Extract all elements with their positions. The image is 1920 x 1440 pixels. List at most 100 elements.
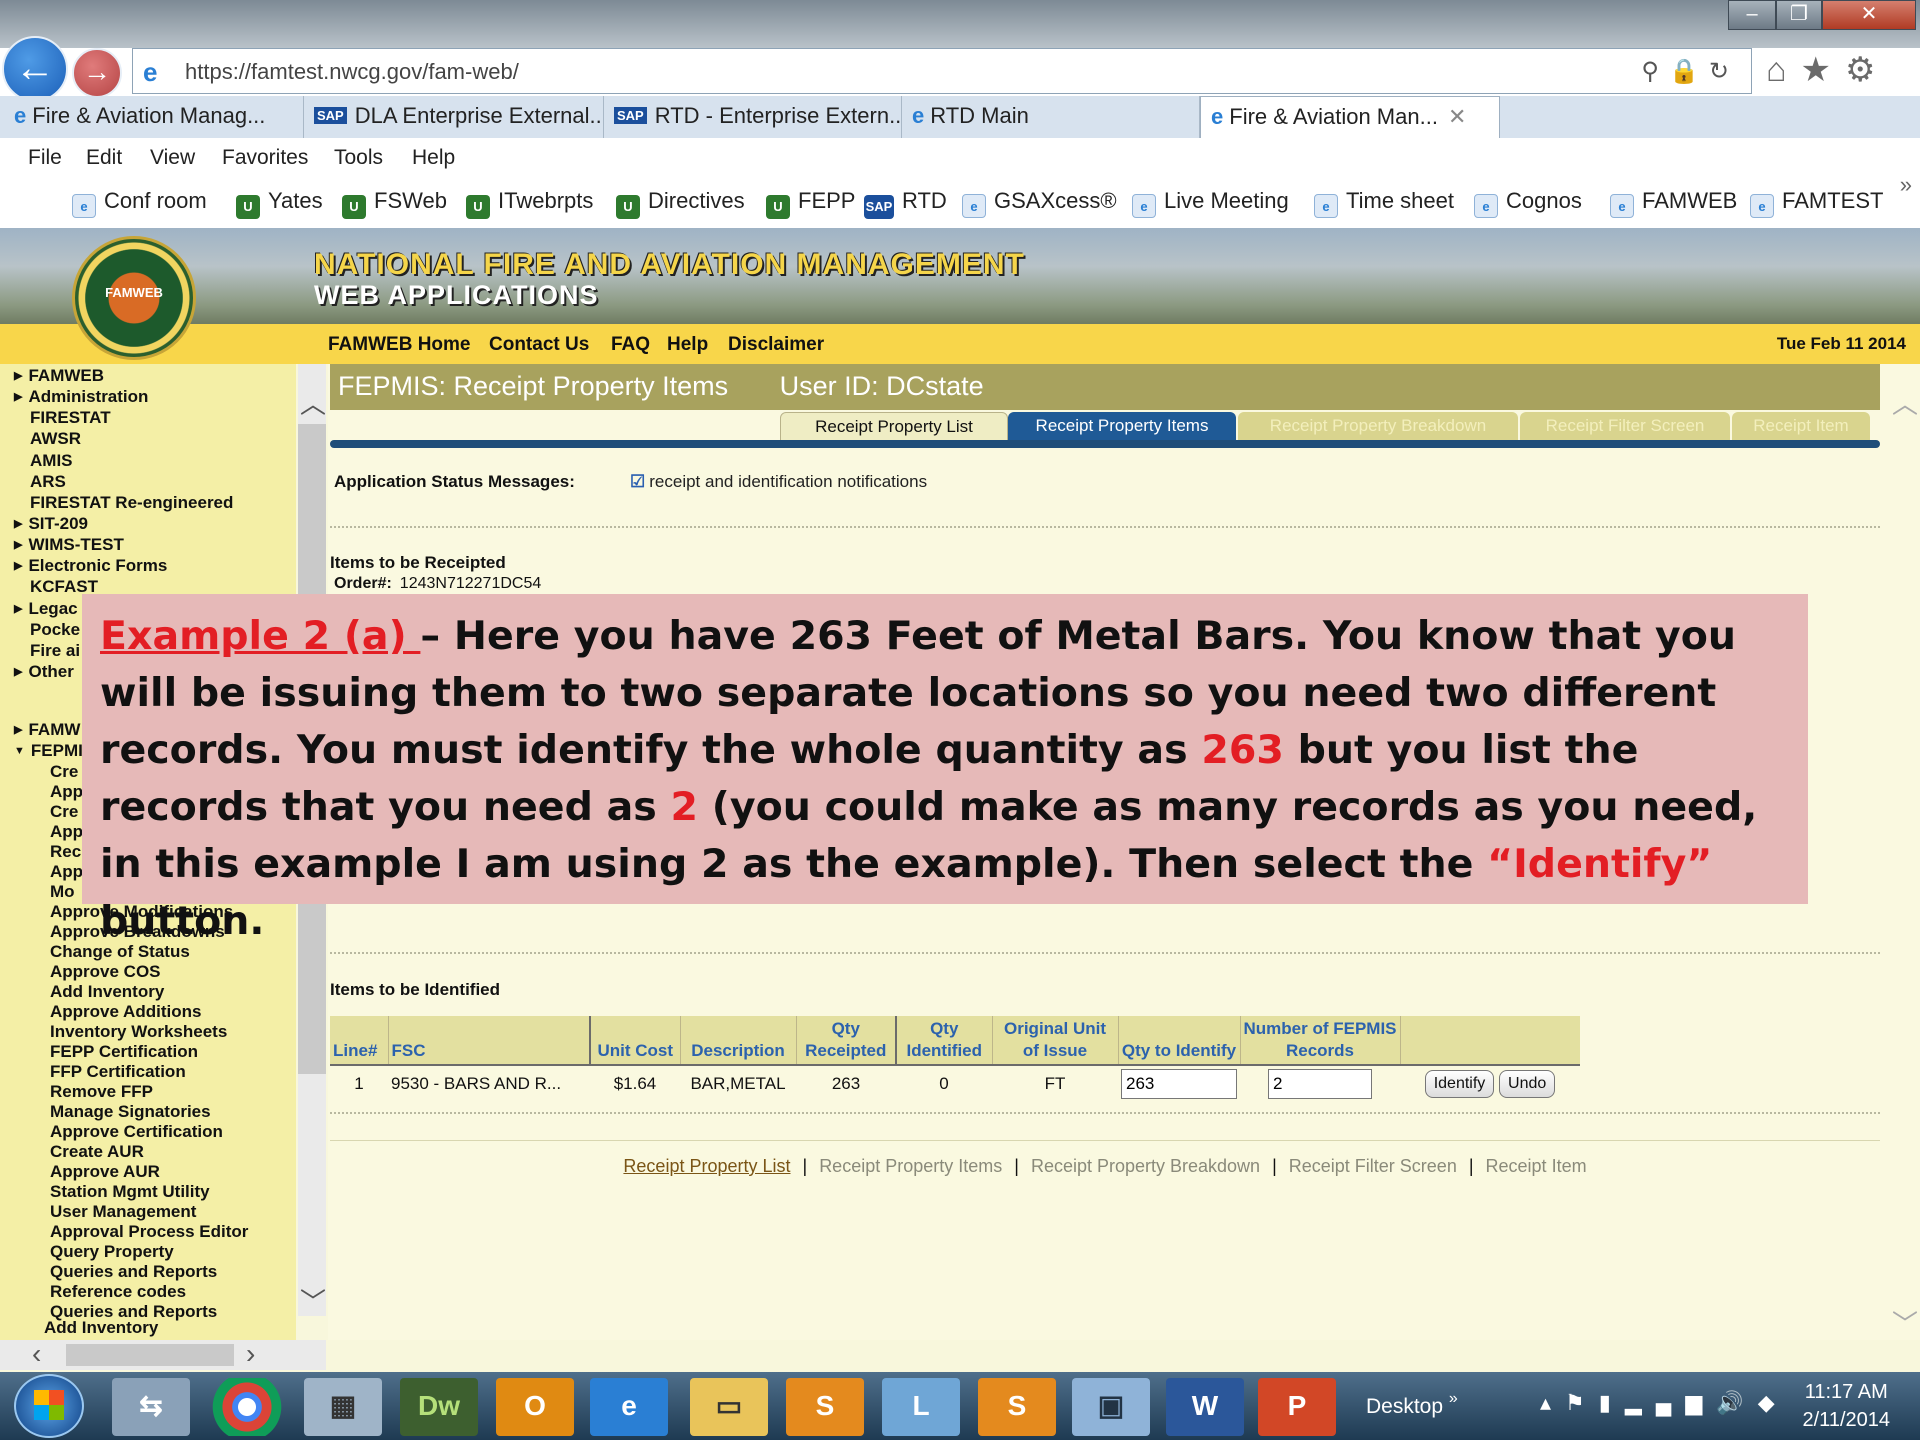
minimize-button[interactable]: –: [1728, 0, 1776, 30]
sidebar-item[interactable]: Queries and Reports: [50, 1262, 217, 1282]
sidebar-item[interactable]: Station Mgmt Utility: [50, 1182, 210, 1202]
menu-edit[interactable]: Edit: [86, 146, 122, 170]
snagit-editor-icon[interactable]: S: [978, 1378, 1056, 1436]
sidebar-item[interactable]: ▶ Legac: [14, 599, 78, 619]
outlook-icon[interactable]: O: [496, 1378, 574, 1436]
volume-icon[interactable]: 🔊: [1716, 1390, 1757, 1415]
sidebar-item[interactable]: ▶ Electronic Forms: [14, 556, 167, 576]
menu-tools[interactable]: Tools: [334, 146, 383, 170]
sidebar-item[interactable]: Cre: [50, 802, 78, 822]
fav-gsaxcess[interactable]: e GSAXcess®: [962, 188, 1117, 218]
fav-conf-room[interactable]: e Conf room: [72, 188, 207, 218]
clock[interactable]: 11:17 AM 2/11/2014: [1803, 1378, 1891, 1434]
fav-cognos[interactable]: e Cognos: [1474, 188, 1582, 218]
sidebar-item[interactable]: Pocke: [30, 620, 80, 640]
tray-up-icon[interactable]: ▴: [1540, 1390, 1565, 1415]
page-scrollbar[interactable]: ︿ ﹀: [1888, 364, 1920, 1340]
sidebar-item[interactable]: Create AUR: [50, 1142, 144, 1162]
dreamweaver-icon[interactable]: Dw: [400, 1378, 478, 1436]
sidebar-hscrollbar[interactable]: ‹ ›: [0, 1338, 326, 1370]
scrollbar-thumb[interactable]: [66, 1344, 234, 1366]
sidebar-item[interactable]: Manage Signatories: [50, 1102, 211, 1122]
sidebar-item[interactable]: Add Inventory: [50, 982, 164, 1002]
search-icon[interactable]: ⚲: [1641, 58, 1669, 85]
favorites-overflow-icon[interactable]: »: [1900, 172, 1912, 198]
powerpoint-icon[interactable]: P: [1258, 1378, 1336, 1436]
sidebar-item[interactable]: ▶ FAMWEB: [14, 366, 104, 386]
sidebar-item[interactable]: Remove FFP: [50, 1082, 153, 1102]
word-icon[interactable]: W: [1166, 1378, 1244, 1436]
nav-faq[interactable]: FAQ: [611, 334, 650, 356]
forward-button[interactable]: →: [72, 48, 122, 98]
signal-icon[interactable]: ▂▄▆: [1625, 1390, 1716, 1415]
sidebar-item[interactable]: AMIS: [30, 451, 73, 471]
lync-icon[interactable]: L: [882, 1378, 960, 1436]
sidebar-item[interactable]: User Management: [50, 1202, 196, 1222]
link-receipt-property-breakdown[interactable]: Receipt Property Breakdown: [1031, 1156, 1260, 1176]
sidebar-item[interactable]: Approve Additions: [50, 1002, 201, 1022]
tab-dla[interactable]: SAP DLA Enterprise External...: [304, 96, 604, 138]
nav-contact-us[interactable]: Contact Us: [489, 334, 589, 356]
close-tab-icon[interactable]: ✕: [1448, 104, 1466, 129]
dropbox-icon[interactable]: ◆: [1758, 1390, 1789, 1415]
sidebar-item[interactable]: Mo: [50, 882, 75, 902]
sidebar-item[interactable]: Fire ai: [30, 641, 80, 661]
tab-rtd-enterprise[interactable]: SAP RTD - Enterprise Extern...: [604, 96, 902, 138]
internet-explorer-icon[interactable]: e: [590, 1378, 668, 1436]
tab-receipt-filter-screen[interactable]: Receipt Filter Screen: [1520, 412, 1730, 442]
sidebar-item[interactable]: App: [50, 822, 83, 842]
calculator-icon[interactable]: ▦: [304, 1378, 382, 1436]
fav-famweb[interactable]: e FAMWEB: [1610, 188, 1737, 218]
link-receipt-property-list[interactable]: Receipt Property List: [623, 1156, 790, 1176]
chrome-icon[interactable]: [208, 1378, 286, 1436]
flag-icon[interactable]: ⚑: [1565, 1390, 1599, 1415]
scroll-left-icon[interactable]: ‹: [32, 1338, 41, 1370]
sidebar-item[interactable]: Reference codes: [50, 1282, 186, 1302]
sidebar-item[interactable]: Rec: [50, 842, 81, 862]
sidebar-item[interactable]: ▶ Other: [14, 662, 74, 682]
tab-receipt-property-list[interactable]: Receipt Property List: [780, 412, 1008, 442]
fav-itwebrpts[interactable]: U ITwebrpts: [466, 188, 593, 219]
sidebar-item[interactable]: ▶ WIMS-TEST: [14, 535, 124, 555]
fepmis-records-input[interactable]: [1268, 1068, 1372, 1099]
home-icon[interactable]: ⌂: [1766, 51, 1801, 89]
tab-receipt-property-items[interactable]: Receipt Property Items: [1008, 412, 1236, 442]
tab-rtd-main[interactable]: e RTD Main: [902, 96, 1200, 138]
link-receipt-filter-screen[interactable]: Receipt Filter Screen: [1289, 1156, 1457, 1176]
snagit-icon[interactable]: S: [786, 1378, 864, 1436]
address-url[interactable]: https://famtest.nwcg.gov/fam-web/: [185, 59, 519, 85]
lock-icon[interactable]: 🔒: [1669, 58, 1709, 85]
link-receipt-item[interactable]: Receipt Item: [1486, 1156, 1587, 1176]
undo-button[interactable]: Undo: [1499, 1069, 1556, 1098]
address-bar[interactable]: e https://famtest.nwcg.gov/fam-web/ ⚲🔒↻: [132, 48, 1752, 94]
sidebar-item[interactable]: FIRESTAT: [30, 408, 111, 428]
fav-fsweb[interactable]: U FSWeb: [342, 188, 447, 219]
sidebar-item[interactable]: FEPP Certification: [50, 1042, 198, 1062]
sidebar-item[interactable]: Approval Process Editor: [50, 1222, 248, 1242]
back-button[interactable]: ←: [2, 36, 68, 102]
sidebar-item[interactable]: ▼ FEPMI: [14, 741, 83, 761]
qty-to-identify-input[interactable]: [1121, 1068, 1237, 1099]
sidebar-item[interactable]: FFP Certification: [50, 1062, 186, 1082]
file-explorer-icon[interactable]: ▭: [690, 1378, 768, 1436]
menu-help[interactable]: Help: [412, 146, 455, 170]
sidebar-item[interactable]: AWSR: [30, 429, 81, 449]
menu-file[interactable]: File: [28, 146, 62, 170]
star-icon[interactable]: ★: [1801, 51, 1845, 89]
sidebar-item[interactable]: ▶ FAMW: [14, 720, 80, 740]
switch-windows-icon[interactable]: ⇆: [112, 1378, 190, 1436]
system-tray[interactable]: ▴⚑▮▂▄▆🔊◆: [1540, 1390, 1789, 1416]
nav-help[interactable]: Help: [667, 334, 708, 356]
tab-receipt-item[interactable]: Receipt Item: [1732, 412, 1870, 442]
sidebar-item[interactable]: ARS: [30, 472, 66, 492]
browser-tools[interactable]: ⌂★⚙: [1766, 50, 1890, 90]
start-button[interactable]: [14, 1374, 84, 1438]
sidebar-item[interactable]: Cre: [50, 762, 78, 782]
fav-directives[interactable]: U Directives: [616, 188, 745, 219]
tab-fire-aviation-1[interactable]: e Fire & Aviation Manag...: [4, 96, 304, 138]
scroll-up-icon[interactable]: ︿: [300, 384, 326, 421]
fav-rtd[interactable]: SAP RTD: [864, 188, 947, 219]
fav-time-sheet[interactable]: e Time sheet: [1314, 188, 1454, 218]
fav-famtest[interactable]: e FAMTEST: [1750, 188, 1883, 218]
sidebar-item[interactable]: Add Inventory: [44, 1318, 158, 1338]
